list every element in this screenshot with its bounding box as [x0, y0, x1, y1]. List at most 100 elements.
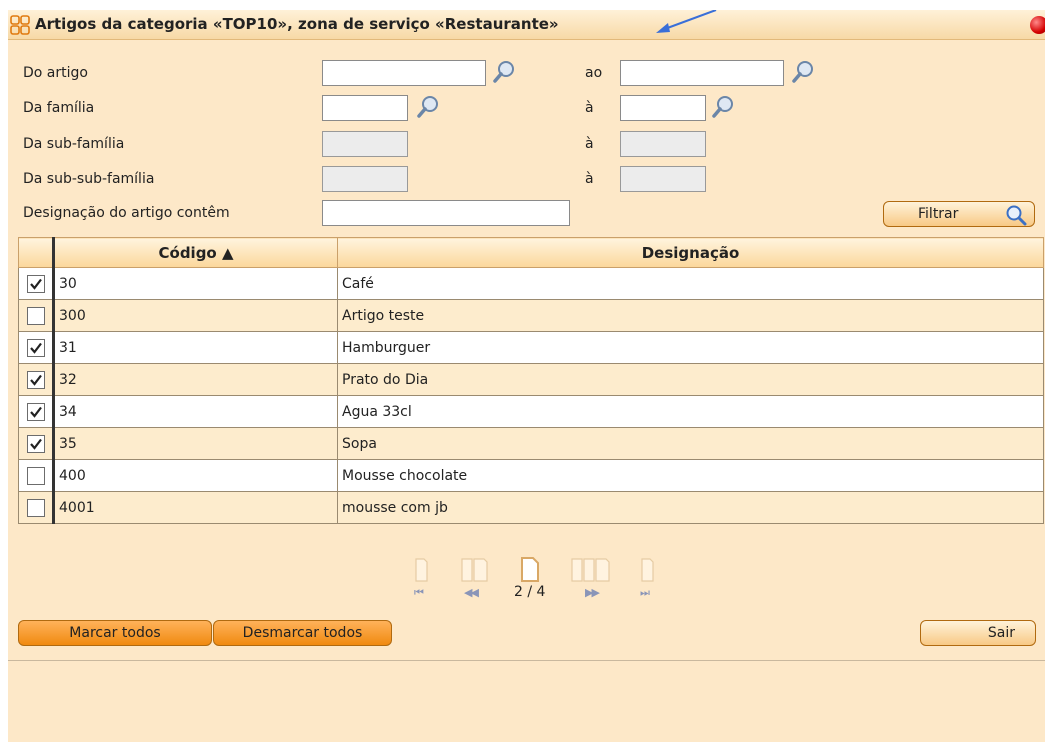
next-page-icon[interactable] [569, 555, 613, 583]
app-icon [10, 15, 30, 35]
table-row[interactable]: 30 Café [18, 267, 1044, 300]
articles-table: Código ▲ Designação 30 Café 300 Artigo test… [18, 237, 1044, 524]
da-familia-from-field[interactable] [322, 95, 408, 121]
do-artigo-to-input[interactable] [621, 61, 783, 85]
table-row[interactable]: 300 Artigo teste [18, 299, 1044, 332]
search-icon[interactable] [416, 95, 440, 119]
designacao-cell: Prato do Dia [337, 363, 1044, 396]
pagination: ⏮ ◀◀ 2 / 4 ▶▶ ⏭ [401, 555, 671, 605]
codigo-cell: 4001 [53, 491, 338, 524]
da-familia-from-input[interactable] [323, 96, 407, 120]
table-header-row: Código ▲ Designação [18, 237, 1044, 268]
table-row[interactable]: 34 Agua 33cl [18, 395, 1044, 428]
da-sub-familia-label: Da sub-família [23, 136, 125, 152]
designacao-field[interactable] [322, 200, 570, 226]
row-select-cell[interactable] [18, 267, 55, 300]
do-artigo-to-field[interactable] [620, 60, 784, 86]
table-row[interactable]: 400 Mousse chocolate [18, 459, 1044, 492]
last-page-icon[interactable] [639, 555, 655, 583]
first-page-icon[interactable] [413, 555, 429, 583]
row-select-cell[interactable] [18, 363, 55, 396]
da-familia-label: Da família [23, 100, 95, 116]
codigo-cell: 30 [53, 267, 338, 300]
designacao-cell: Mousse chocolate [337, 459, 1044, 492]
filter-button-label: Filtrar [918, 206, 959, 222]
da-familia-to-input[interactable] [621, 96, 705, 120]
footer-divider [8, 660, 1045, 661]
row-select-cell[interactable] [18, 427, 55, 460]
checkmark-icon [29, 278, 42, 290]
do-artigo-from-input[interactable] [323, 61, 485, 85]
designacao-cell: mousse com jb [337, 491, 1044, 524]
page-indicator: 2 / 4 [514, 584, 546, 600]
select-all-button[interactable]: Marcar todos [18, 620, 212, 646]
checkmark-icon [29, 342, 42, 354]
da-sub-sub-familia-label: Da sub-sub-família [23, 171, 155, 187]
row-checkbox[interactable] [26, 466, 45, 485]
designacao-cell: Agua 33cl [337, 395, 1044, 428]
row-checkbox[interactable] [26, 306, 45, 325]
last-page-button[interactable]: ⏭ [640, 586, 650, 600]
designacao-column-header[interactable]: Designação [337, 237, 1044, 268]
row-checkbox[interactable] [26, 274, 45, 293]
da-familia-to-field[interactable] [620, 95, 706, 121]
da-sub-sub-familia-from-input [323, 167, 407, 191]
designacao-label: Designação do artigo contêm [23, 205, 230, 221]
search-icon[interactable] [791, 60, 815, 84]
row-select-cell[interactable] [18, 331, 55, 364]
magnifier-icon [1006, 205, 1027, 226]
designacao-cell: Artigo teste [337, 299, 1044, 332]
do-artigo-label: Do artigo [23, 65, 88, 81]
close-button[interactable] [1030, 16, 1045, 34]
exit-button[interactable]: Sair [920, 620, 1036, 646]
search-icon[interactable] [711, 95, 735, 119]
prev-page-button[interactable]: ◀◀ [464, 586, 479, 599]
da-sub-familia-from-field [322, 131, 408, 157]
checkmark-icon [29, 406, 42, 418]
current-page-icon [521, 557, 539, 582]
checkmark-icon [29, 438, 42, 450]
do-artigo-from-field[interactable] [322, 60, 486, 86]
da-sub-sub-familia-to-field [620, 166, 706, 192]
row-checkbox[interactable] [26, 338, 45, 357]
dialog-window: Artigos da categoria «TOP10», zona de se… [8, 10, 1045, 742]
row-checkbox[interactable] [26, 402, 45, 421]
da-familia-to-label: à [585, 100, 594, 116]
codigo-cell: 31 [53, 331, 338, 364]
deselect-all-button[interactable]: Desmarcar todos [213, 620, 392, 646]
row-checkbox[interactable] [26, 498, 45, 517]
table-row[interactable]: 32 Prato do Dia [18, 363, 1044, 396]
next-page-button[interactable]: ▶▶ [585, 586, 600, 599]
codigo-cell: 35 [53, 427, 338, 460]
codigo-cell: 300 [53, 299, 338, 332]
prev-page-icon[interactable] [459, 555, 491, 583]
da-sub-sub-familia-to-label: à [585, 171, 594, 187]
title-bar: Artigos da categoria «TOP10», zona de se… [8, 10, 1045, 40]
table-row[interactable]: 4001 mousse com jb [18, 491, 1044, 524]
designacao-cell: Café [337, 267, 1044, 300]
da-sub-familia-from-input [323, 132, 407, 156]
filter-button[interactable]: Filtrar [883, 201, 1035, 227]
row-select-cell[interactable] [18, 299, 55, 332]
codigo-cell: 34 [53, 395, 338, 428]
row-checkbox[interactable] [26, 434, 45, 453]
codigo-column-header[interactable]: Código ▲ [53, 237, 338, 268]
row-checkbox[interactable] [26, 370, 45, 389]
window-title: Artigos da categoria «TOP10», zona de se… [35, 15, 559, 33]
designacao-cell: Sopa [337, 427, 1044, 460]
codigo-cell: 400 [53, 459, 338, 492]
da-sub-sub-familia-to-input [621, 167, 705, 191]
designacao-input[interactable] [323, 201, 569, 225]
table-row[interactable]: 35 Sopa [18, 427, 1044, 460]
checkmark-icon [29, 374, 42, 386]
do-artigo-to-label: ao [585, 65, 603, 81]
first-page-button[interactable]: ⏮ [414, 586, 424, 600]
row-select-cell[interactable] [18, 459, 55, 492]
da-sub-familia-to-field [620, 131, 706, 157]
row-select-cell[interactable] [18, 395, 55, 428]
table-row[interactable]: 31 Hamburguer [18, 331, 1044, 364]
designacao-cell: Hamburguer [337, 331, 1044, 364]
search-icon[interactable] [492, 60, 516, 84]
row-select-cell[interactable] [18, 491, 55, 524]
annotation-arrow-icon [656, 10, 717, 33]
